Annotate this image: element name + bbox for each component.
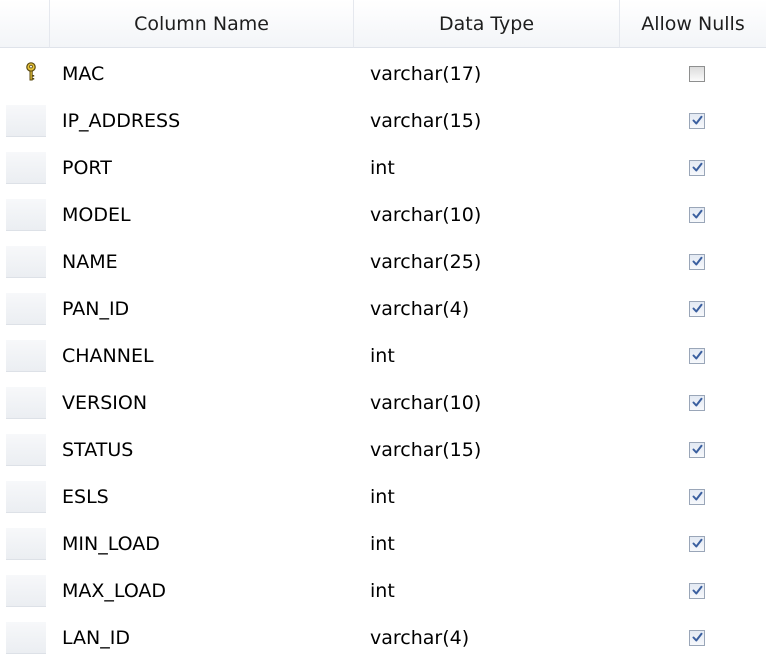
allow-nulls-cell	[620, 238, 766, 285]
table-row[interactable]: ESLS int	[0, 473, 766, 520]
data-type-cell[interactable]: int	[354, 332, 620, 379]
table-row[interactable]: PORT int	[0, 144, 766, 191]
row-selector-handle[interactable]	[6, 292, 46, 325]
row-selector-handle[interactable]	[6, 574, 46, 607]
row-selector[interactable]	[0, 614, 50, 661]
table-row[interactable]: VERSION varchar(10)	[0, 379, 766, 426]
allow-nulls-cell	[620, 332, 766, 379]
column-name-header[interactable]: Column Name	[50, 0, 354, 48]
row-selector[interactable]	[0, 97, 50, 144]
checkbox-checked-icon[interactable]	[689, 206, 705, 223]
row-selector[interactable]	[0, 567, 50, 614]
data-type-header[interactable]: Data Type	[354, 0, 620, 48]
row-selector-handle[interactable]	[6, 104, 46, 137]
data-type-cell[interactable]: int	[354, 567, 620, 614]
data-type-cell[interactable]: int	[354, 473, 620, 520]
data-type-cell[interactable]: varchar(10)	[354, 379, 620, 426]
checkbox-checked-icon[interactable]	[689, 300, 705, 317]
data-type-cell[interactable]: int	[354, 144, 620, 191]
checkbox-checked-icon[interactable]	[689, 159, 705, 176]
data-type-cell[interactable]: varchar(4)	[354, 614, 620, 661]
row-selector-handle[interactable]	[6, 151, 46, 184]
row-selector-handle[interactable]	[6, 198, 46, 231]
data-type-cell[interactable]: varchar(25)	[354, 238, 620, 285]
column-name-cell[interactable]: MAC	[50, 50, 354, 97]
checkbox-checked-icon[interactable]	[689, 253, 705, 270]
checkbox-checked-icon[interactable]	[689, 394, 705, 411]
row-selector-handle[interactable]	[6, 57, 46, 90]
row-selector[interactable]	[0, 520, 50, 567]
allow-nulls-header[interactable]: Allow Nulls	[620, 0, 766, 48]
allow-nulls-cell	[620, 50, 766, 97]
row-selector[interactable]	[0, 426, 50, 473]
column-name-cell[interactable]: MAX_LOAD	[50, 567, 354, 614]
table-row[interactable]: NAME varchar(25)	[0, 238, 766, 285]
row-selector[interactable]	[0, 144, 50, 191]
checkbox-checked-icon[interactable]	[689, 629, 705, 646]
checkbox-checked-icon[interactable]	[689, 347, 705, 364]
row-selector[interactable]	[0, 50, 50, 97]
table-row[interactable]: STATUS varchar(15)	[0, 426, 766, 473]
allow-nulls-cell	[620, 614, 766, 661]
table-designer-grid: Column Name Data Type Allow Nulls MAC var…	[0, 0, 766, 661]
key-icon	[25, 62, 37, 87]
column-name-cell[interactable]: VERSION	[50, 379, 354, 426]
checkbox-checked-icon[interactable]	[689, 582, 705, 599]
checkbox-checked-icon[interactable]	[689, 488, 705, 505]
checkbox-checked-icon[interactable]	[689, 441, 705, 458]
checkbox-checked-icon[interactable]	[689, 112, 705, 129]
row-selector[interactable]	[0, 379, 50, 426]
column-name-cell[interactable]: PAN_ID	[50, 285, 354, 332]
column-name-cell[interactable]: PORT	[50, 144, 354, 191]
row-selector-handle[interactable]	[6, 339, 46, 372]
row-selector[interactable]	[0, 191, 50, 238]
column-name-cell[interactable]: MIN_LOAD	[50, 520, 354, 567]
data-type-cell[interactable]: int	[354, 520, 620, 567]
table-row[interactable]: LAN_ID varchar(4)	[0, 614, 766, 661]
row-selector-handle[interactable]	[6, 386, 46, 419]
column-name-cell[interactable]: STATUS	[50, 426, 354, 473]
allow-nulls-cell	[620, 379, 766, 426]
allow-nulls-cell	[620, 97, 766, 144]
allow-nulls-cell	[620, 473, 766, 520]
allow-nulls-cell	[620, 426, 766, 473]
data-type-cell[interactable]: varchar(15)	[354, 97, 620, 144]
data-type-cell[interactable]: varchar(15)	[354, 426, 620, 473]
row-selector[interactable]	[0, 332, 50, 379]
allow-nulls-cell	[620, 191, 766, 238]
column-name-cell[interactable]: ESLS	[50, 473, 354, 520]
table-row[interactable]: MAX_LOAD int	[0, 567, 766, 614]
column-name-cell[interactable]: IP_ADDRESS	[50, 97, 354, 144]
allow-nulls-cell	[620, 144, 766, 191]
allow-nulls-cell	[620, 285, 766, 332]
row-selector[interactable]	[0, 285, 50, 332]
data-type-cell[interactable]: varchar(10)	[354, 191, 620, 238]
row-selector[interactable]	[0, 473, 50, 520]
checkbox-checked-icon[interactable]	[689, 535, 705, 552]
column-name-cell[interactable]: LAN_ID	[50, 614, 354, 661]
table-row[interactable]: MODEL varchar(10)	[0, 191, 766, 238]
grid-header: Column Name Data Type Allow Nulls	[0, 0, 766, 50]
table-row[interactable]: MAC varchar(17)	[0, 50, 766, 97]
column-name-cell[interactable]: NAME	[50, 238, 354, 285]
allow-nulls-cell	[620, 567, 766, 614]
row-selector-handle[interactable]	[6, 621, 46, 654]
table-row[interactable]: MIN_LOAD int	[0, 520, 766, 567]
column-name-cell[interactable]: CHANNEL	[50, 332, 354, 379]
data-type-cell[interactable]: varchar(4)	[354, 285, 620, 332]
row-selector-handle[interactable]	[6, 433, 46, 466]
row-selector-handle[interactable]	[6, 245, 46, 278]
column-name-cell[interactable]: MODEL	[50, 191, 354, 238]
checkbox-unchecked-icon[interactable]	[689, 65, 705, 82]
grid-body: MAC varchar(17) IP_ADDRESS varchar(15) PORT i…	[0, 50, 766, 661]
allow-nulls-cell	[620, 520, 766, 567]
data-type-cell[interactable]: varchar(17)	[354, 50, 620, 97]
row-selector-header	[0, 0, 50, 48]
row-selector[interactable]	[0, 238, 50, 285]
row-selector-handle[interactable]	[6, 527, 46, 560]
table-row[interactable]: PAN_ID varchar(4)	[0, 285, 766, 332]
row-selector-handle[interactable]	[6, 480, 46, 513]
table-row[interactable]: CHANNEL int	[0, 332, 766, 379]
table-row[interactable]: IP_ADDRESS varchar(15)	[0, 97, 766, 144]
